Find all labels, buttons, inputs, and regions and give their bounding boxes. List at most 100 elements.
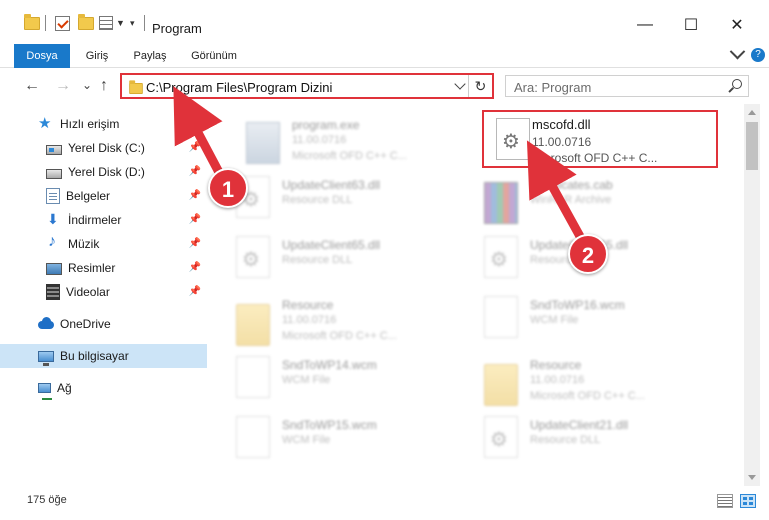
chevron-down-icon[interactable]: ▼ — [116, 14, 125, 32]
file-name: Resource — [530, 358, 582, 372]
file-tile-mscofd[interactable]: mscofd.dll 11.00.0716 Microsoft OFD C++ … — [482, 110, 718, 168]
file-version: 11.00.0716 — [530, 374, 585, 386]
sidebar-item-disk-c[interactable]: Yerel Disk (C:) 📌 — [0, 136, 207, 160]
file-name: SndToWP14.wcm — [282, 358, 377, 372]
status-bar: 175 öğe — [0, 486, 769, 520]
pin-icon[interactable]: 📌 — [189, 238, 201, 249]
scroll-thumb[interactable] — [746, 122, 758, 170]
navigation-bar: ← → ⌄ ↑ C:\Program Files\Program Dizini … — [0, 68, 769, 104]
maximize-button[interactable]: ☐ — [668, 10, 714, 40]
sidebar-item-label: Resimler — [68, 261, 116, 275]
address-bar[interactable]: C:\Program Files\Program Dizini ↻ — [120, 73, 494, 99]
up-button[interactable]: ↑ — [100, 77, 108, 95]
sidebar-item-pictures[interactable]: Resimler 📌 — [0, 256, 207, 280]
file-description: Microsoft OFD C++ C... — [532, 151, 658, 165]
sidebar-item-documents[interactable]: Belgeler 📌 — [0, 184, 207, 208]
star-icon — [38, 114, 54, 132]
sidebar-item-downloads[interactable]: İndirmeler 📌 — [0, 208, 207, 232]
file-tile[interactable]: UpdateClient65.dll Resource DLL — [210, 230, 450, 286]
sidebar-item-videos[interactable]: Videolar 📌 — [0, 280, 207, 304]
tab-share[interactable]: Paylaş — [128, 44, 172, 68]
sidebar-item-label: Müzik — [68, 237, 100, 251]
sidebar-item-label: Yerel Disk (D:) — [68, 165, 145, 179]
properties-check-icon[interactable] — [55, 14, 70, 32]
pin-icon[interactable]: 📌 — [189, 286, 201, 297]
chevron-down-icon[interactable] — [454, 78, 466, 90]
sidebar-item-quick-access[interactable]: Hızlı erişim — [0, 112, 207, 136]
file-version: 11.00.0716 — [282, 314, 337, 326]
file-tile[interactable]: SndToWP14.wcm WCM File — [210, 350, 450, 406]
archive-icon — [484, 182, 518, 224]
recent-locations-button[interactable]: ⌄ — [82, 78, 92, 92]
close-button[interactable]: ✕ — [714, 10, 760, 40]
vertical-scrollbar[interactable] — [744, 104, 760, 486]
dll-icon — [236, 236, 270, 278]
network-icon — [38, 383, 52, 400]
pin-icon[interactable]: 📌 — [189, 166, 201, 177]
pin-icon[interactable]: 📌 — [189, 262, 201, 273]
videos-icon — [46, 284, 60, 300]
forward-button[interactable]: → — [55, 77, 71, 95]
sidebar-item-label: İndirmeler — [68, 213, 122, 227]
sidebar-item-label: Ağ — [57, 381, 72, 395]
search-input[interactable]: Ara: Program — [505, 75, 749, 97]
tiles-view-icon[interactable] — [740, 494, 756, 508]
sidebar-item-music[interactable]: Müzik 📌 — [0, 232, 207, 256]
exe-icon — [246, 122, 280, 164]
dll-icon — [496, 118, 530, 160]
file-name: program.exe — [292, 118, 360, 132]
file-type: Resource DLL — [282, 194, 353, 206]
search-icon[interactable] — [732, 79, 742, 89]
file-type: Resource DLL — [282, 254, 353, 266]
download-icon — [46, 211, 62, 228]
rename-icon[interactable] — [99, 14, 113, 32]
details-view-icon[interactable] — [717, 494, 733, 508]
sidebar-item-label: Videolar — [66, 285, 110, 299]
scroll-down-icon[interactable] — [748, 475, 756, 480]
file-tile[interactable]: Resource 11.00.0716 Microsoft OFD C++ C.… — [458, 350, 698, 406]
back-button[interactable]: ← — [24, 77, 40, 95]
folder-icon — [484, 364, 518, 406]
file-tile[interactable]: Resource 11.00.0716 Microsoft OFD C++ C.… — [210, 290, 450, 346]
separator — [144, 14, 145, 32]
file-tile[interactable]: SndToWP15.wcm WCM File — [210, 410, 450, 466]
file-version: 11.00.0716 — [532, 135, 592, 149]
sidebar-item-onedrive[interactable]: OneDrive — [0, 312, 207, 336]
music-icon — [46, 233, 62, 252]
refresh-button[interactable]: ↻ — [468, 75, 492, 97]
sidebar-item-network[interactable]: Ağ — [0, 376, 207, 400]
file-tile[interactable]: UpdateClient21.dll Resource DLL — [458, 410, 698, 466]
tab-view[interactable]: Görünüm — [186, 44, 242, 68]
file-icon — [484, 296, 518, 338]
file-tile[interactable]: program.exe 11.00.0716 Microsoft OFD C++… — [220, 110, 460, 166]
sidebar-item-label: OneDrive — [60, 317, 111, 331]
new-folder-icon[interactable] — [78, 13, 94, 32]
pin-icon[interactable]: 📌 — [189, 142, 201, 153]
chevron-down-icon[interactable] — [729, 43, 746, 60]
file-version: 11.00.0716 — [292, 134, 347, 146]
help-icon[interactable]: ? — [751, 48, 765, 62]
separator — [45, 14, 46, 32]
file-name: Resource — [282, 298, 334, 312]
pin-icon[interactable]: 📌 — [189, 214, 201, 225]
step-badge-1: 1 — [208, 168, 248, 208]
customize-qat-icon[interactable]: ▾ — [130, 14, 135, 32]
documents-icon — [46, 188, 60, 204]
file-description: Microsoft OFD C++ C... — [282, 330, 397, 342]
sidebar-item-label: Yerel Disk (C:) — [68, 141, 145, 155]
tab-file[interactable]: Dosya — [14, 44, 70, 68]
folder-icon — [236, 304, 270, 346]
sidebar-item-this-pc[interactable]: Bu bilgisayar — [0, 344, 207, 368]
tab-home[interactable]: Giriş — [80, 44, 114, 68]
sidebar-item-disk-d[interactable]: Yerel Disk (D:) 📌 — [0, 160, 207, 184]
file-name: SndToWP16.wcm — [530, 298, 625, 312]
file-tile[interactable]: SndToWP16.wcm WCM File — [458, 290, 698, 346]
scroll-up-icon[interactable] — [748, 110, 756, 115]
file-tile[interactable]: Certificates.cab WinRAR Archive — [458, 170, 698, 226]
cloud-icon — [38, 316, 54, 332]
file-icon — [236, 356, 270, 398]
file-name: Certificates.cab — [530, 178, 613, 192]
pin-icon[interactable]: 📌 — [189, 190, 201, 201]
drive-icon — [46, 168, 62, 179]
minimize-button[interactable]: — — [622, 10, 668, 40]
